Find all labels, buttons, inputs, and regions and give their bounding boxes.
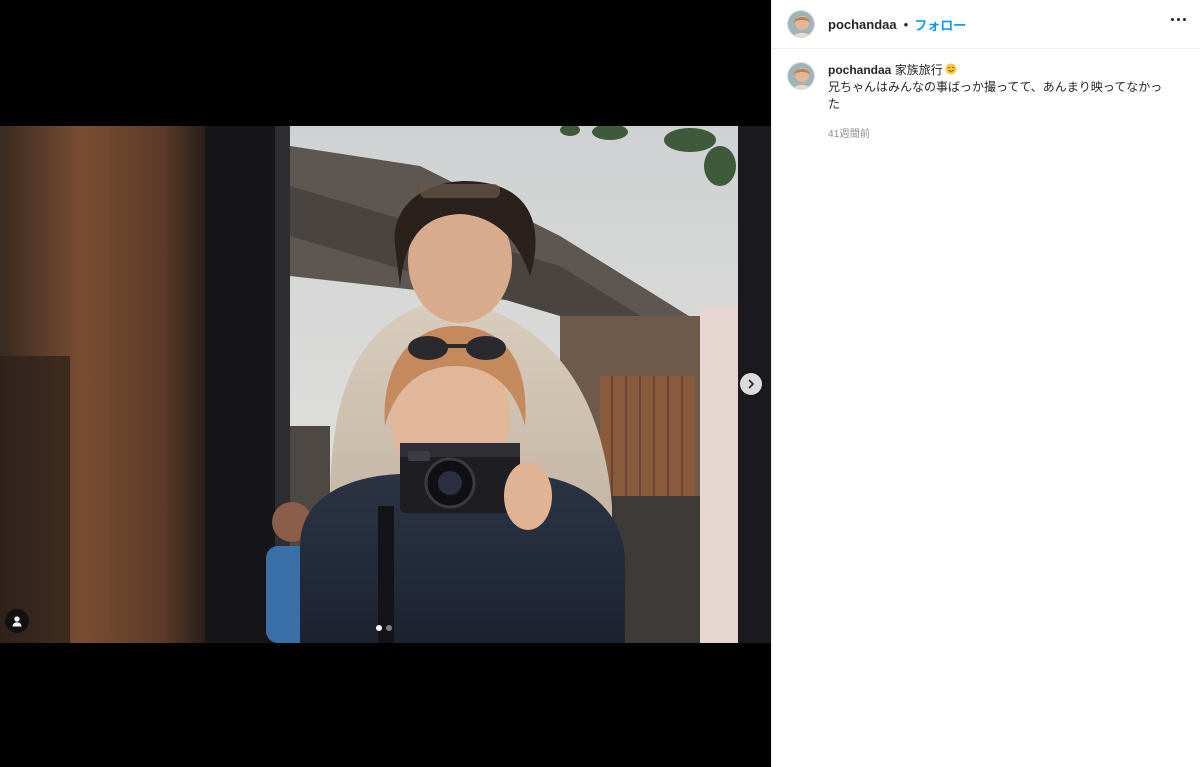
- caption-first-line: pochandaa 家族旅行: [828, 62, 1173, 79]
- header-separator: •: [903, 16, 909, 32]
- carousel-dot: [386, 625, 392, 631]
- media-pane: [0, 0, 771, 767]
- post-header: pochandaa • フォロー: [772, 0, 1200, 49]
- caption-text: 兄ちゃんはみんなの事ばっか撮ってて、あんまり映ってなかった: [828, 80, 1163, 111]
- post-timestamp[interactable]: 41週間前: [828, 125, 1173, 140]
- caption-username[interactable]: pochandaa: [828, 63, 891, 77]
- post-photo[interactable]: [0, 126, 771, 643]
- follow-button[interactable]: フォロー: [914, 15, 966, 34]
- carousel-dot-active: [376, 625, 382, 631]
- smiling-face-icon: [945, 63, 957, 75]
- more-horizontal-icon[interactable]: [1171, 18, 1186, 21]
- user-tag-icon: [12, 616, 22, 627]
- chevron-right-icon: [748, 379, 754, 389]
- caption-title: 家族旅行: [894, 63, 943, 77]
- carousel-next-button[interactable]: [740, 373, 762, 395]
- caption-body: pochandaa 家族旅行 兄ちゃんはみんなの事ばっか撮ってて、あんまり映って…: [828, 62, 1173, 140]
- carousel-indicator: [376, 625, 392, 631]
- avatar[interactable]: [787, 10, 815, 38]
- header-username[interactable]: pochandaa: [828, 17, 897, 32]
- caption-avatar[interactable]: [787, 62, 815, 90]
- post-side-panel: pochandaa • フォロー pochandaa 家族旅行 兄ちゃんはみんな…: [771, 0, 1200, 767]
- tagged-users-button[interactable]: [5, 609, 29, 633]
- caption-row: pochandaa 家族旅行 兄ちゃんはみんなの事ばっか撮ってて、あんまり映って…: [772, 49, 1200, 140]
